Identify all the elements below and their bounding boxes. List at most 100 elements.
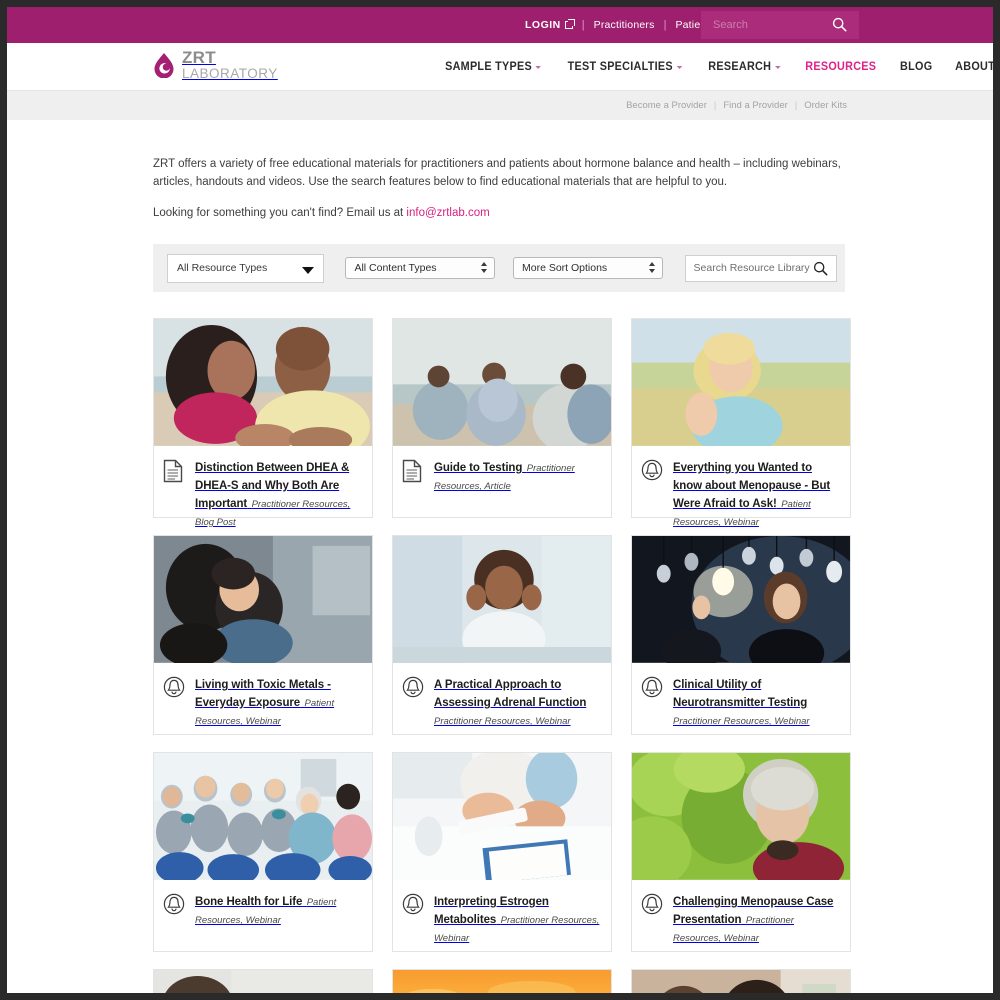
become-a-provider-link[interactable]: Become a Provider: [619, 100, 714, 111]
practitioners-link[interactable]: Practitioners: [585, 19, 664, 31]
stepper-arrows-icon: [480, 262, 487, 273]
resource-card-texts: Distinction Between DHEA & DHEA-S and Wh…: [195, 458, 362, 530]
intro-text-block: ZRT offers a variety of free educational…: [153, 120, 853, 222]
nav-item-research[interactable]: RESEARCH: [699, 61, 790, 73]
nav-label-blog: BLOG: [899, 60, 933, 73]
sunset-field-photo: [393, 970, 611, 993]
nav-item-sample-types[interactable]: SAMPLE TYPES: [436, 61, 551, 73]
resource-card[interactable]: Everything you Wanted to know about Meno…: [631, 318, 851, 528]
resource-card[interactable]: Distinction Between DHEA & DHEA-S and Wh…: [153, 318, 373, 528]
chevron-down-icon: [302, 266, 315, 274]
resource-card-body: Bone Health for Life Patient Resources, …: [154, 881, 372, 951]
header-search-input[interactable]: [701, 19, 821, 31]
logo-secondary-text: LABORATORY: [182, 66, 278, 81]
resource-card-texts: Living with Toxic Metals - Everyday Expo…: [195, 675, 362, 729]
content-type-select[interactable]: All Content Types: [345, 257, 495, 280]
nav-item-test-specialties[interactable]: TEST SPECIALTIES: [559, 61, 692, 73]
resource-card-title: Guide to Testing: [434, 462, 523, 475]
webinar-icon: [641, 892, 665, 946]
resource-card[interactable]: Clinical Utility of Neurotransmitter Tes…: [631, 535, 851, 736]
resource-filter-bar: All Resource Types All Content Types Mor…: [153, 244, 845, 293]
resource-card-body: Guide to Testing Practitioner Resources,…: [393, 447, 611, 517]
senior-woman-outdoors-photo: [632, 753, 850, 881]
nav-item-resources[interactable]: RESOURCES: [796, 61, 886, 73]
resource-card-texts: A Practical Approach to Assessing Adrena…: [434, 675, 601, 729]
nav-label-research: RESEARCH: [708, 60, 772, 73]
utility-bar: LOGIN | Practitioners | Patients: [7, 7, 993, 43]
resource-card[interactable]: Bone Health for Life Patient Resources, …: [153, 752, 373, 953]
resource-card-texts: Guide to Testing Practitioner Resources,…: [434, 458, 601, 507]
resource-card-grid: Distinction Between DHEA & DHEA-S and Wh…: [153, 318, 853, 993]
site-logo[interactable]: ZRT LABORATORY: [153, 49, 278, 81]
clipboard-consultation-photo: [393, 753, 611, 881]
login-link[interactable]: LOGIN: [516, 18, 582, 31]
zrt-droplet-icon: [153, 52, 175, 79]
resource-card[interactable]: Living with Toxic Metals - Everyday Expo…: [153, 535, 373, 736]
webinar-icon: [163, 892, 187, 941]
resource-card-body: Distinction Between DHEA & DHEA-S and Wh…: [154, 447, 372, 540]
resource-card[interactable]: [153, 969, 373, 993]
resource-card[interactable]: Challenging Menopause Case Presentation …: [631, 752, 851, 953]
resource-card-body: Clinical Utility of Neurotransmitter Tes…: [632, 664, 850, 739]
resource-card-title: Bone Health for Life: [195, 896, 303, 909]
resource-card-body: Interpreting Estrogen Metabolites Practi…: [393, 881, 611, 956]
login-label: LOGIN: [525, 19, 561, 31]
man-covering-face-photo: [154, 970, 372, 993]
resource-card[interactable]: [631, 969, 851, 993]
webinar-icon: [163, 675, 187, 729]
intro-paragraph-2-text: Looking for something you can't find? Em…: [153, 206, 407, 219]
nav-item-about-us[interactable]: ABOUT US: [946, 61, 993, 73]
logo-primary-text: ZRT: [182, 48, 216, 67]
page-frame: LOGIN | Practitioners | Patients Search …: [7, 7, 993, 993]
resource-card[interactable]: A Practical Approach to Assessing Adrena…: [392, 535, 612, 736]
main-navigation: SAMPLE TYPES TEST SPECIALTIES RESEARCH R…: [432, 43, 993, 90]
chevron-down-icon: [775, 66, 781, 69]
resource-card-texts: Bone Health for Life Patient Resources, …: [195, 892, 362, 941]
sort-options-value: More Sort Options: [521, 262, 608, 275]
couple-in-bed-photo: [632, 970, 850, 993]
search-icon[interactable]: [813, 261, 828, 281]
resource-type-select[interactable]: All Resource Types: [167, 253, 325, 283]
resource-card-body: A Practical Approach to Assessing Adrena…: [393, 664, 611, 739]
resource-card-body: Living with Toxic Metals - Everyday Expo…: [154, 664, 372, 739]
resource-type-value: All Resource Types: [177, 262, 268, 275]
header-search-box[interactable]: [701, 11, 859, 39]
nav-label-test-specialties: TEST SPECIALTIES: [568, 60, 674, 73]
resource-card-texts: Challenging Menopause Case Presentation …: [673, 892, 840, 946]
beach-yoga-photo: [393, 319, 611, 447]
intro-paragraph-1: ZRT offers a variety of free educational…: [153, 158, 841, 188]
resource-card-title: Clinical Utility of Neurotransmitter Tes…: [673, 679, 808, 710]
nav-item-blog[interactable]: BLOG: [890, 61, 941, 73]
resource-card-texts: Everything you Wanted to know about Meno…: [673, 458, 840, 530]
search-icon[interactable]: [832, 17, 847, 37]
resource-card-body: Challenging Menopause Case Presentation …: [632, 881, 850, 956]
resource-search-input[interactable]: [693, 262, 814, 275]
content-type-value: All Content Types: [354, 262, 437, 275]
utility-links: LOGIN | Practitioners | Patients: [516, 7, 724, 43]
sort-options-select[interactable]: More Sort Options: [512, 257, 663, 280]
resource-card-texts: Clinical Utility of Neurotransmitter Tes…: [673, 675, 840, 729]
chevron-down-icon: [677, 66, 683, 69]
webinar-icon: [402, 675, 426, 729]
stepper-arrows-icon: [648, 262, 655, 273]
document-icon: [163, 458, 187, 530]
order-kits-link[interactable]: Order Kits: [797, 100, 854, 111]
resource-card-body: Everything you Wanted to know about Meno…: [632, 447, 850, 540]
find-a-provider-link[interactable]: Find a Provider: [716, 100, 794, 111]
site-header: ZRT LABORATORY SAMPLE TYPES TEST SPECIAL…: [7, 43, 993, 90]
chevron-down-icon: [535, 66, 542, 69]
seniors-exercise-class-photo: [154, 753, 372, 881]
resource-card[interactable]: Guide to Testing Practitioner Resources,…: [392, 318, 612, 519]
resource-search-box[interactable]: [684, 254, 838, 282]
resource-card[interactable]: [392, 969, 612, 993]
webinar-icon: [402, 892, 426, 946]
webinar-icon: [641, 675, 665, 729]
nav-label-sample-types: SAMPLE TYPES: [445, 60, 532, 73]
webinar-icon: [641, 458, 665, 530]
intro-paragraph-2: Looking for something you can't find? Em…: [153, 205, 853, 223]
email-link[interactable]: info@zrtlab.com: [406, 207, 489, 219]
resource-card[interactable]: Interpreting Estrogen Metabolites Practi…: [392, 752, 612, 953]
resource-card-texts: Interpreting Estrogen Metabolites Practi…: [434, 892, 601, 946]
resource-card-title: A Practical Approach to Assessing Adrena…: [434, 679, 587, 710]
couple-on-beach-photo: [154, 319, 372, 447]
